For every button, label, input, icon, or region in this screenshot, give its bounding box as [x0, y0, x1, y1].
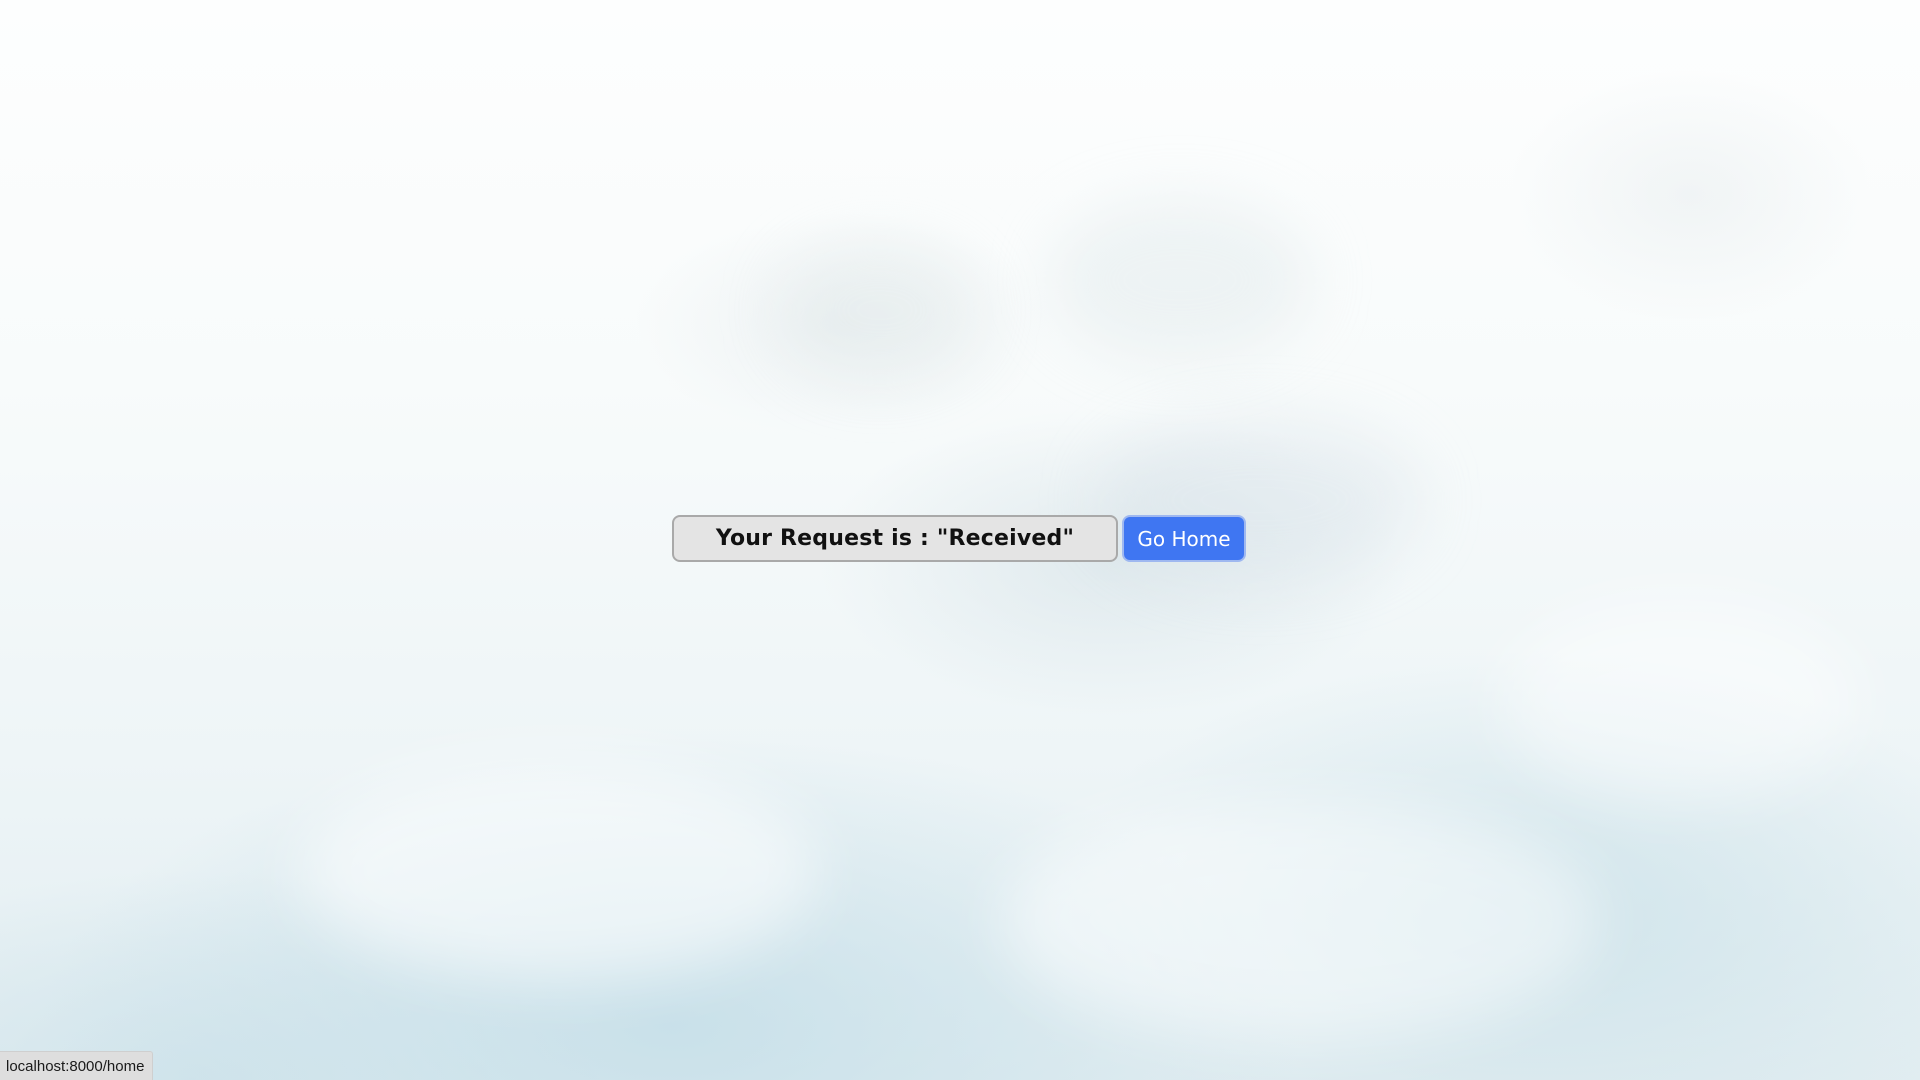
- status-bar-url: localhost:8000/home: [6, 1057, 145, 1075]
- request-status-row: Your Request is : "Received" Go Home: [672, 515, 1246, 562]
- cloud-shape: [1050, 200, 1310, 360]
- go-home-button[interactable]: Go Home: [1122, 515, 1246, 562]
- browser-status-bar: localhost:8000/home: [0, 1051, 154, 1080]
- request-status-text: Your Request is : "Received": [715, 526, 1075, 551]
- go-home-label: Go Home: [1137, 526, 1231, 551]
- cloud-shape: [780, 240, 980, 380]
- cloud-shape: [300, 760, 820, 980]
- request-status-box: Your Request is : "Received": [672, 515, 1118, 562]
- cloud-shape: [1000, 800, 1600, 1040]
- cloud-shape: [1500, 600, 1860, 800]
